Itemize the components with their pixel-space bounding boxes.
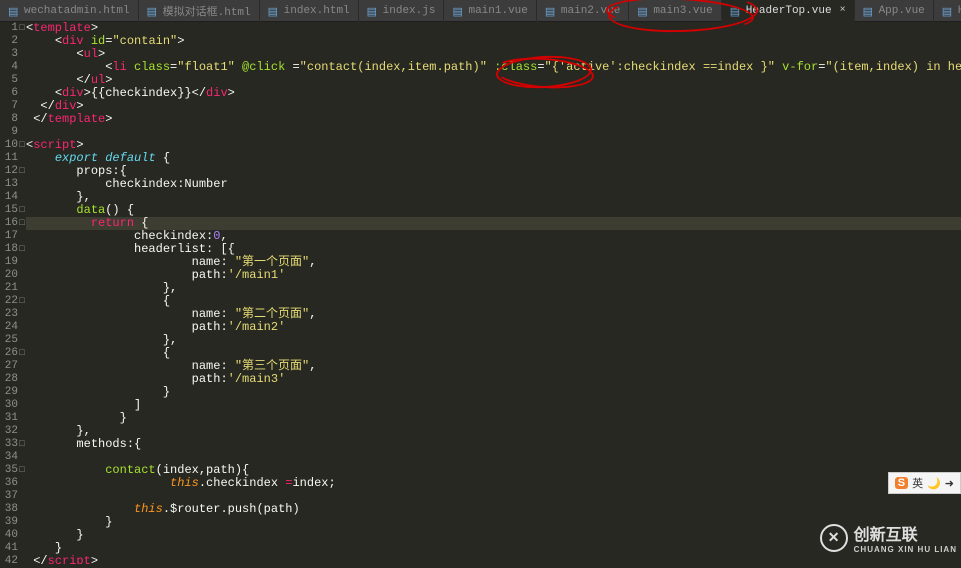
file-icon: ▤: [8, 5, 20, 17]
tab-label: index.html: [284, 5, 350, 17]
file-icon: ▤: [147, 5, 159, 17]
tab-label: main1.vue: [468, 5, 527, 17]
tab-label: main2.vue: [561, 5, 620, 17]
tab-main3[interactable]: ▤ main3.vue: [629, 0, 721, 22]
file-icon: ▤: [545, 5, 557, 17]
tab-label: main3.vue: [653, 5, 712, 17]
tab-headertop[interactable]: ▤ HeaderTop.vue ×: [722, 0, 855, 22]
tab-label: App.vue: [879, 5, 925, 17]
file-icon: ▤: [268, 5, 280, 17]
arrow-icon[interactable]: ➜: [945, 477, 954, 490]
fold-column[interactable]: □□□□□□□□□□: [18, 22, 26, 564]
tab-bar: ▤ wechatadmin.html ▤ 模拟对话框.html ▤ index.htm…: [0, 0, 961, 22]
close-icon[interactable]: ×: [840, 5, 846, 16]
file-icon: ▤: [863, 5, 875, 17]
tab-mock[interactable]: ▤ 模拟对话框.html: [139, 0, 260, 22]
ime-lang[interactable]: 英: [912, 475, 923, 491]
tab-label: index.js: [383, 5, 436, 17]
watermark: ✕ 创新互联 CHUANG XIN HU LIAN: [820, 521, 957, 554]
tab-app[interactable]: ▤ App.vue: [855, 0, 934, 22]
file-icon: ▤: [730, 5, 742, 17]
ime-toolbar[interactable]: S 英 🌙 ➜: [888, 472, 961, 494]
line-number-gutter: 1234567891011121314151617181920212223242…: [0, 22, 18, 564]
watermark-logo-icon: ✕: [820, 524, 848, 552]
ime-logo-icon: S: [895, 477, 908, 489]
file-icon: ▤: [942, 5, 954, 17]
tab-wechatadmin[interactable]: ▤ wechatadmin.html: [0, 0, 139, 22]
tab-index-js[interactable]: ▤ index.js: [359, 0, 445, 22]
file-icon: ▤: [367, 5, 379, 17]
watermark-text: 创新互联: [854, 527, 918, 544]
tab-helloworld[interactable]: ▤HelloWorld.vue: [934, 0, 961, 22]
tab-label: HeaderTop.vue: [746, 5, 832, 17]
tab-label: 模拟对话框.html: [163, 3, 251, 19]
tab-index-html[interactable]: ▤ index.html: [260, 0, 359, 22]
tab-label: wechatadmin.html: [24, 5, 130, 17]
file-icon: ▤: [452, 5, 464, 17]
tab-main2[interactable]: ▤ main2.vue: [537, 0, 629, 22]
tab-main1[interactable]: ▤ main1.vue: [444, 0, 536, 22]
code-editor[interactable]: 1234567891011121314151617181920212223242…: [0, 22, 961, 564]
code-area[interactable]: <<template>template> <div id="contain"> …: [26, 22, 961, 564]
moon-icon[interactable]: 🌙: [927, 477, 941, 490]
file-icon: ▤: [637, 5, 649, 17]
watermark-subtext: CHUANG XIN HU LIAN: [854, 545, 957, 554]
